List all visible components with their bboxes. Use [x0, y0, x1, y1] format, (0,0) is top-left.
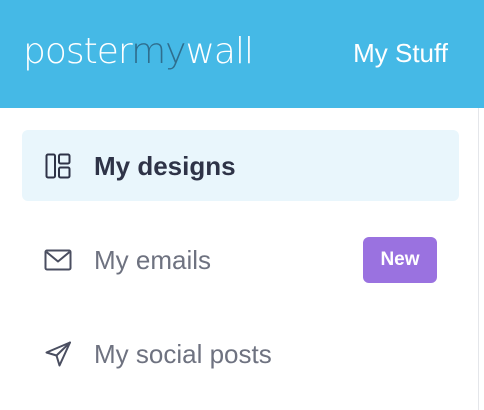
sidebar-item-label: My designs — [94, 151, 236, 181]
send-icon — [45, 341, 71, 367]
new-badge: New — [363, 237, 437, 283]
panel-divider — [478, 108, 479, 410]
sidebar-item-my-designs[interactable]: My designs — [22, 130, 459, 201]
postermywall-logo[interactable]: postermywall — [23, 30, 254, 74]
logo-part-poster: poster — [23, 31, 132, 72]
logo-part-my: my — [131, 31, 186, 72]
sidebar-item-label: My emails — [94, 245, 212, 275]
sidebar-item-my-social-posts[interactable]: My social posts — [22, 318, 459, 389]
layout-icon — [45, 153, 71, 179]
app-header: postermywall My Stuff — [0, 0, 484, 108]
envelope-icon — [44, 249, 72, 271]
sidebar-item-label: My social posts — [94, 339, 272, 369]
logo-part-wall: wall — [185, 31, 254, 72]
sidebar-item-my-emails[interactable]: My emails New — [22, 224, 459, 295]
my-stuff-link[interactable]: My Stuff — [353, 38, 448, 68]
